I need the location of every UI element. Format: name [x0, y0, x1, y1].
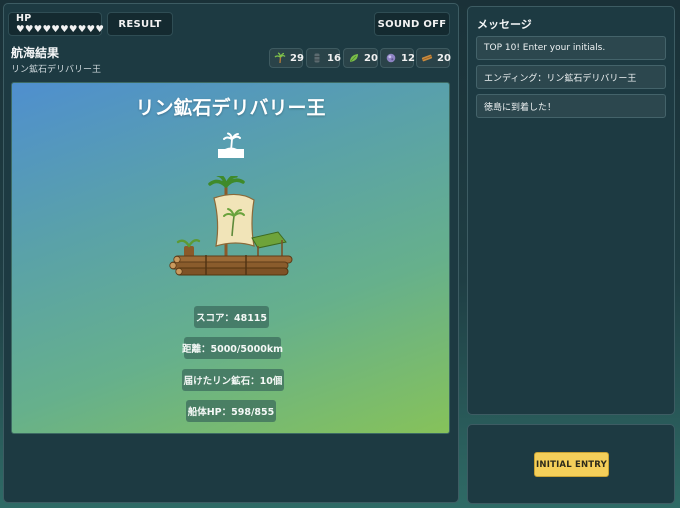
ore-icon — [385, 51, 397, 65]
resource-barrel: 16 — [306, 48, 341, 68]
ore-delivered-stat: 届けたリン鉱石：10個 — [182, 369, 284, 391]
page-title: 航海結果 — [11, 46, 60, 60]
result-stage: リン鉱石デリバリー王 スコア：48115 距離：5000/5000km 届けたリ… — [11, 82, 450, 434]
distance-stat: 距離：5000/5000km — [182, 337, 283, 359]
palm-tree-icon — [274, 51, 286, 65]
raft-image — [169, 176, 293, 276]
result-tab[interactable]: RESULT — [107, 12, 173, 36]
barrel-icon — [311, 51, 323, 65]
resource-plank: 20 — [416, 48, 451, 68]
island-palm-icon — [218, 132, 244, 158]
resource-leaf: 20 — [343, 48, 378, 68]
plank-icon — [421, 51, 433, 65]
hp-display: HP ♥♥♥♥♥♥♥♥♥♥ — [8, 12, 104, 36]
resource-ore: 12 — [380, 48, 415, 68]
message-panel: メッセージ TOP 10! Enter your initials. エンディン… — [467, 6, 675, 415]
message-item: 徳島に到着した！ — [476, 94, 666, 118]
resource-palm: 29 — [269, 48, 304, 68]
hull-hp-stat: 船体HP：598/855 — [186, 400, 276, 422]
score-stat: スコア：48115 — [194, 306, 269, 328]
resource-value: 16 — [327, 52, 341, 64]
resource-value: 29 — [290, 52, 304, 64]
sound-toggle-button[interactable]: SOUND OFF — [374, 12, 450, 36]
initial-entry-panel: INITIAL ENTRY — [467, 424, 675, 504]
resource-value: 12 — [401, 52, 415, 64]
message-item: エンディング：リン鉱石デリバリー王 — [476, 65, 666, 89]
ending-title: リン鉱石デリバリー王 — [135, 97, 326, 119]
message-heading: メッセージ — [477, 18, 532, 31]
page-subtitle: リン鉱石デリバリー王 — [11, 65, 102, 75]
message-item: TOP 10! Enter your initials. — [476, 36, 666, 60]
resource-value: 20 — [437, 52, 451, 64]
leaf-icon — [348, 51, 360, 65]
initial-entry-button[interactable]: INITIAL ENTRY — [534, 452, 609, 477]
resource-value: 20 — [364, 52, 378, 64]
